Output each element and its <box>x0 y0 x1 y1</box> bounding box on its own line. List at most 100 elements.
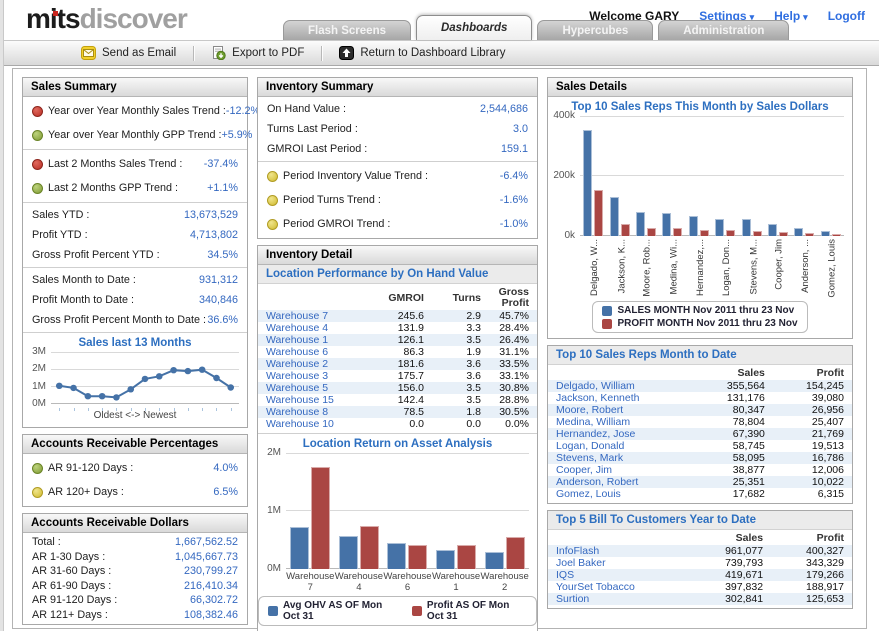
cell-name-link[interactable]: Surtion <box>548 593 690 605</box>
x-tick-label: Warehouse 4 <box>335 571 384 593</box>
x-tick-mark <box>88 408 89 411</box>
table-row: Warehouse 7245.62.945.7% <box>258 310 537 322</box>
send-as-email-button[interactable]: Send as Email <box>64 41 193 65</box>
cell-value: 26,956 <box>773 404 852 416</box>
sales-trend-line <box>51 352 239 404</box>
x-tick-mark <box>174 408 175 411</box>
legend-item[interactable]: Avg OHV AS OF Mon Oct 31 <box>268 600 398 622</box>
metric-label: Period Turns Trend : <box>283 194 500 206</box>
metric-value: 3.0 <box>513 123 528 135</box>
cell-name-link[interactable]: Warehouse 3 <box>258 370 366 382</box>
cell-value: 188,917 <box>771 581 852 593</box>
metric-row: AR 31-60 Days :230,799.27 <box>23 564 247 579</box>
cell-name-link[interactable]: Cooper, Jim <box>548 464 694 476</box>
tab-administration[interactable]: Administration <box>658 20 789 40</box>
metric-label: Period GMROI Trend : <box>283 218 500 230</box>
cell-name-link[interactable]: Stevens, Mark <box>548 452 694 464</box>
cell-name-link[interactable]: Warehouse 7 <box>258 310 366 322</box>
return-to-dashboard-library-button[interactable]: Return to Dashboard Library <box>322 41 522 65</box>
column-header: Profit <box>771 531 852 545</box>
legend-item[interactable]: SALES MONTH Nov 2011 thru 23 Nov <box>602 305 794 316</box>
cell-value: 3.6 <box>432 358 489 370</box>
metric-group: Last 2 Months Sales Trend :-37.4%Last 2 … <box>23 149 247 202</box>
sales-bar <box>290 527 309 569</box>
metric-label: Gross Profit Percent YTD : <box>32 249 207 261</box>
metric-row: Period Inventory Value Trend :-6.4% <box>258 164 537 188</box>
cell-name-link[interactable]: Warehouse 6 <box>258 346 366 358</box>
table-row: InfoFlash961,077400,327 <box>548 545 852 557</box>
top10-reps-chart: Top 10 Sales Reps This Month by Sales Do… <box>548 101 852 333</box>
cell-name-link[interactable]: Warehouse 1 <box>258 334 366 346</box>
logoff-label: Logoff <box>828 9 865 23</box>
cell-value: 19,513 <box>773 440 852 452</box>
cell-name-link[interactable]: Moore, Robert <box>548 404 694 416</box>
email-icon <box>81 46 96 60</box>
tab-hypercubes[interactable]: Hypercubes <box>537 20 653 40</box>
cell-value: 33.5% <box>489 358 537 370</box>
metric-row: AR 91-120 Days :4.0% <box>23 456 247 480</box>
cell-value: 0.0% <box>489 418 537 430</box>
panel-title-ar-dollars: Accounts Receivable Dollars <box>23 514 247 533</box>
cell-value: 175.7 <box>366 370 432 382</box>
table-row: Warehouse 2181.63.633.5% <box>258 358 537 370</box>
data-point-marker <box>113 394 120 400</box>
cell-name-link[interactable]: Warehouse 4 <box>258 322 366 334</box>
cell-name-link[interactable]: Warehouse 8 <box>258 406 366 418</box>
cell-name-link[interactable]: Warehouse 10 <box>258 418 366 430</box>
export-to-pdf-button[interactable]: Export to PDF <box>194 41 321 65</box>
tab-flash-screens[interactable]: Flash Screens <box>283 20 411 40</box>
cell-name-link[interactable]: IQS <box>548 569 690 581</box>
legend-item[interactable]: PROFIT MONTH Nov 2011 thru 23 Nov <box>602 318 797 329</box>
pdf-icon <box>211 46 226 60</box>
logoff-link[interactable]: Logoff <box>828 9 865 23</box>
x-axis-labels: Warehouse 7Warehouse 4Warehouse 6Warehou… <box>286 569 529 593</box>
cell-name-link[interactable]: InfoFlash <box>548 545 690 557</box>
cell-value: 343,329 <box>771 557 852 569</box>
panel-title-inventory-detail: Inventory Detail <box>258 246 537 265</box>
cell-name-link[interactable]: Logan, Donald <box>548 440 694 452</box>
metric-value: -37.4% <box>204 158 238 170</box>
cell-value: 3.5 <box>432 394 489 406</box>
cell-name-link[interactable]: Gomez, Louis <box>548 488 694 500</box>
cell-name-link[interactable]: Joel Baker <box>548 557 690 569</box>
metric-value: 13,673,529 <box>184 209 238 221</box>
cell-name-link[interactable]: YourSet Tobacco <box>548 581 690 593</box>
tab-dashboards[interactable]: Dashboards <box>416 15 532 40</box>
metric-label: Period Inventory Value Trend : <box>283 170 500 182</box>
cell-name-link[interactable]: Warehouse 2 <box>258 358 366 370</box>
profit-bar <box>700 230 709 236</box>
x-tick-label: Medina, Wi... <box>669 239 679 294</box>
column-header: Sales <box>694 366 773 380</box>
table-row: Warehouse 15142.43.528.8% <box>258 394 537 406</box>
cell-value: 131.9 <box>366 322 432 334</box>
metric-value: 4,713,802 <box>190 229 238 241</box>
x-tick-label: Delgado, W... <box>590 239 600 296</box>
cell-value: 45.7% <box>489 310 537 322</box>
data-point-marker <box>142 376 149 382</box>
metric-label: AR 120+ Days : <box>48 486 213 498</box>
cell-name-link[interactable]: Jackson, Kenneth <box>548 392 694 404</box>
cell-name-link[interactable]: Hernandez, Jose <box>548 428 694 440</box>
cell-name-link[interactable]: Delgado, William <box>548 380 694 392</box>
cell-name-link[interactable]: Anderson, Robert <box>548 476 694 488</box>
cell-name-link[interactable]: Warehouse 15 <box>258 394 366 406</box>
sales-bar <box>339 536 358 569</box>
yellow-status-dot-icon <box>267 171 278 182</box>
plot-area <box>580 116 844 236</box>
profit-bar <box>311 467 330 569</box>
cell-value: 3.6 <box>432 370 489 382</box>
x-tick-label: Warehouse 1 <box>432 571 481 593</box>
legend-item[interactable]: Profit AS OF Mon Oct 31 <box>412 600 527 622</box>
metric-row: Sales Month to Date :931,312 <box>23 270 247 290</box>
legend-label: SALES MONTH Nov 2011 thru 23 Nov <box>617 305 794 316</box>
chart-title: Sales last 13 Months <box>23 337 247 349</box>
cell-value: 0.0 <box>432 418 489 430</box>
metric-value: 931,312 <box>199 274 238 286</box>
legend-swatch-icon <box>602 319 612 329</box>
y-tick-label: 200k <box>553 171 575 181</box>
cell-name-link[interactable]: Warehouse 5 <box>258 382 366 394</box>
cell-name-link[interactable]: Medina, William <box>548 416 694 428</box>
metric-row: Year over Year Monthly Sales Trend :-12.… <box>23 99 247 123</box>
plot-area <box>51 352 239 404</box>
column-header <box>258 285 366 310</box>
